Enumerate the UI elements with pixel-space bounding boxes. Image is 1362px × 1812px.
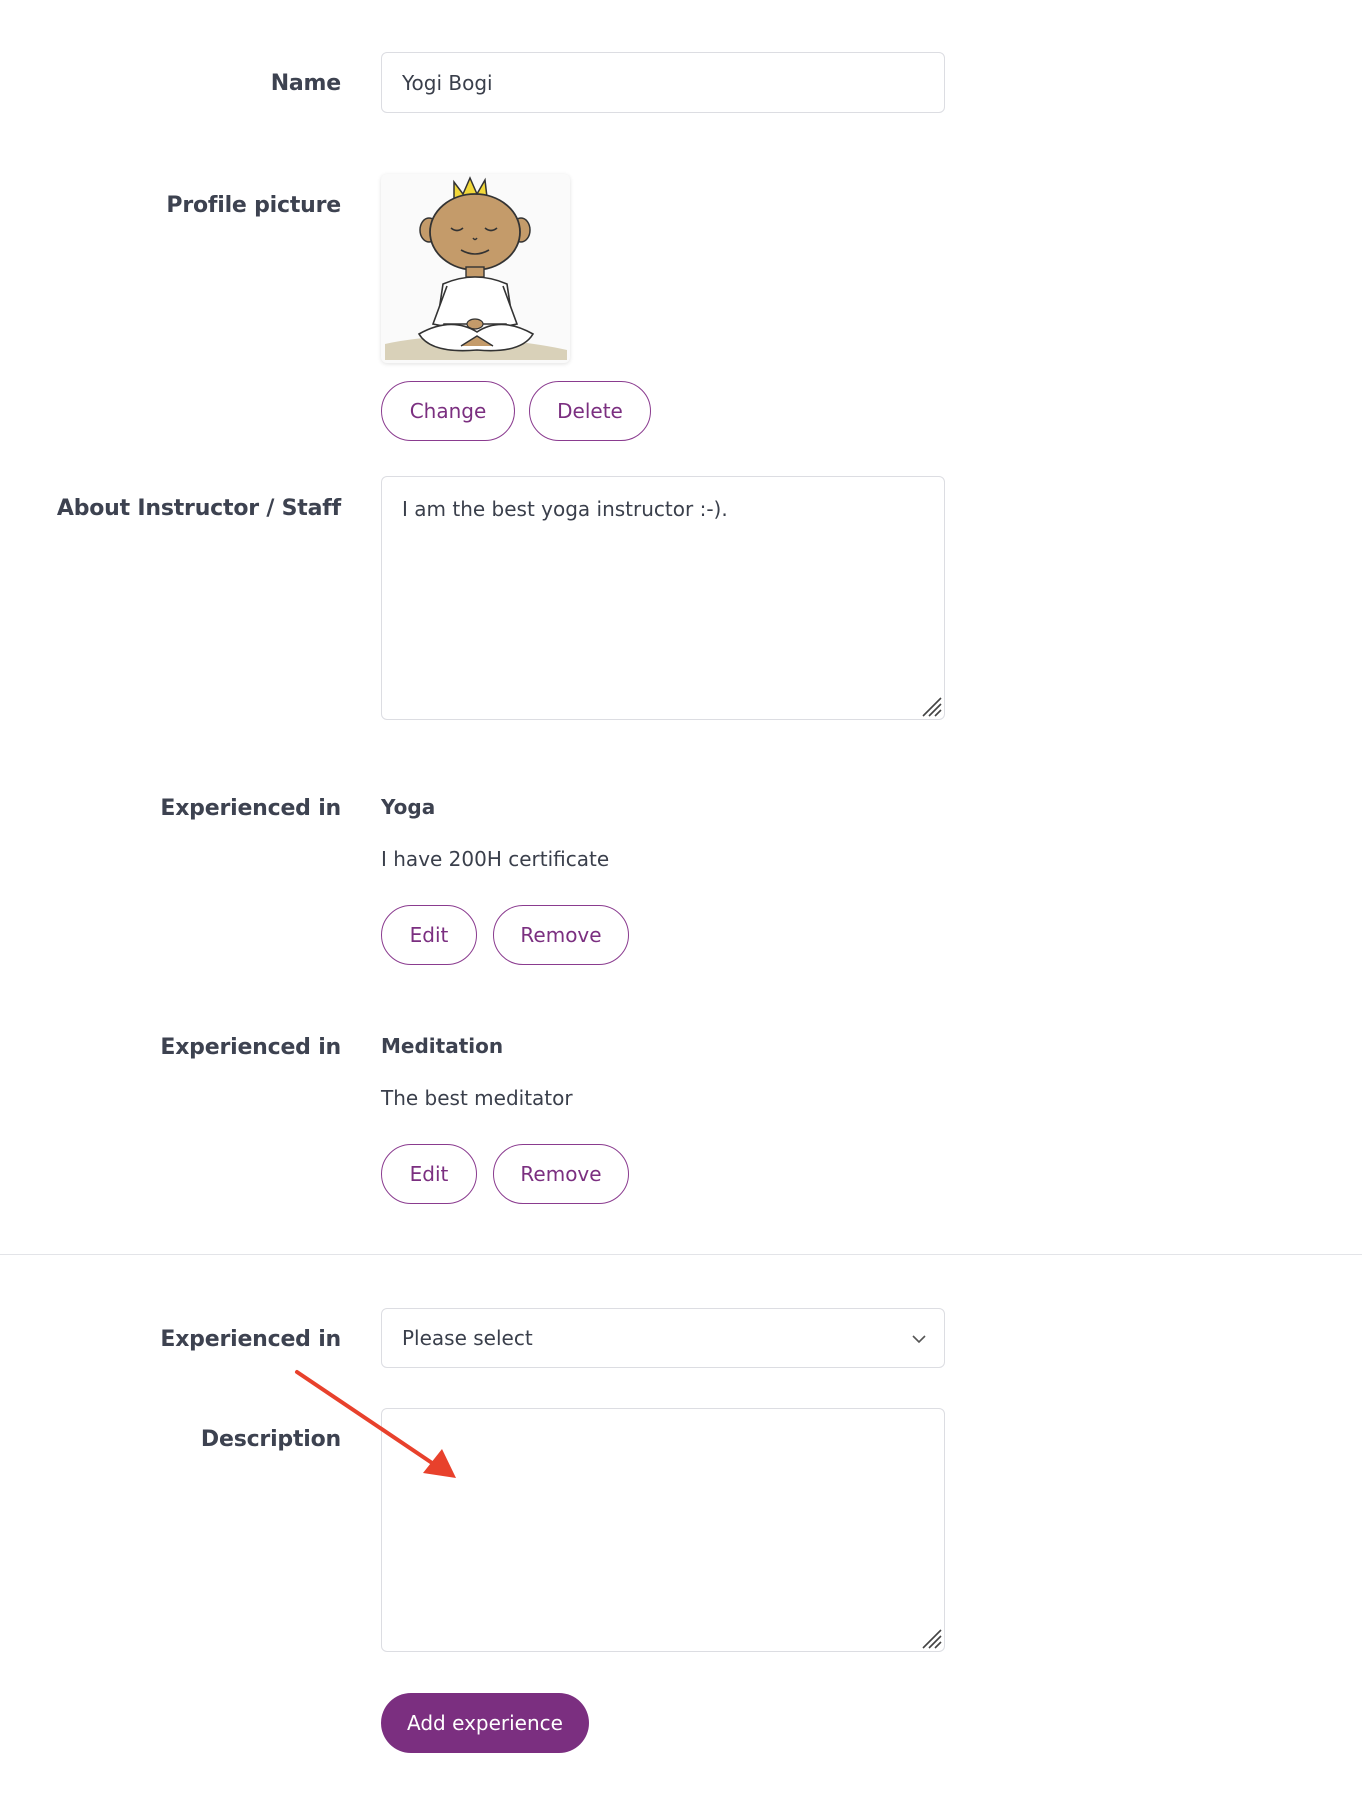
experience-title: Yoga: [381, 795, 436, 819]
resize-handle-icon[interactable]: [918, 693, 942, 717]
delete-picture-button[interactable]: Delete: [529, 381, 651, 441]
name-input[interactable]: [381, 52, 945, 113]
about-textarea[interactable]: I am the best yoga instructor :-).: [381, 476, 945, 720]
edit-experience-button[interactable]: Edit: [381, 905, 477, 965]
profile-picture-label: Profile picture: [166, 193, 341, 218]
remove-experience-button[interactable]: Remove: [493, 1144, 629, 1204]
add-experience-button[interactable]: Add experience: [381, 1693, 589, 1753]
experience-label: Experienced in: [160, 1035, 341, 1060]
name-label: Name: [270, 71, 342, 96]
change-picture-button[interactable]: Change: [381, 381, 515, 441]
profile-picture: [381, 174, 570, 363]
new-experience-label: Experienced in: [160, 1327, 341, 1352]
annotation-arrow-icon: [295, 1370, 456, 1478]
experience-select-value: Please select: [402, 1326, 533, 1350]
experience-title: Meditation: [381, 1034, 504, 1058]
experience-description: I have 200H certificate: [381, 847, 610, 871]
edit-experience-button[interactable]: Edit: [381, 1144, 477, 1204]
resize-handle-icon[interactable]: [918, 1625, 942, 1649]
remove-experience-button[interactable]: Remove: [493, 905, 629, 965]
about-text: I am the best yoga instructor :-).: [402, 497, 728, 521]
experience-description: The best meditator: [381, 1086, 573, 1110]
chevron-down-icon: [912, 1335, 926, 1344]
experience-label: Experienced in: [160, 796, 341, 821]
section-divider: [0, 1254, 1362, 1255]
experience-select[interactable]: Please select: [381, 1308, 945, 1368]
about-label: About Instructor / Staff: [56, 496, 341, 521]
